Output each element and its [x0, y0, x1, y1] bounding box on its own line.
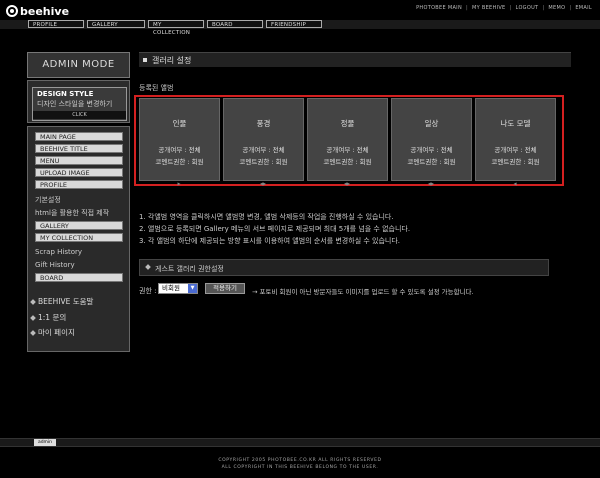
- album-name: 풍경: [256, 119, 271, 128]
- album-name: 일상: [424, 119, 439, 128]
- top-link-email[interactable]: EMAIL: [575, 5, 592, 11]
- album-card[interactable]: 인물 공개여부 : 전체 코멘트권한 : 회원: [139, 98, 220, 181]
- album-visibility: 공개여부 : 전체: [158, 146, 201, 154]
- menu-board[interactable]: BOARD: [35, 273, 123, 282]
- chevron-down-icon[interactable]: ▼: [188, 284, 197, 293]
- album-card[interactable]: 풍경 공개여부 : 전체 코멘트권한 : 회원: [223, 98, 304, 181]
- menu-beehive-title[interactable]: BEEHIVE TITLE: [35, 144, 123, 153]
- footer-bar: [0, 438, 600, 447]
- menu-menu[interactable]: MENU: [35, 156, 123, 165]
- beehive-logo-icon: [6, 5, 18, 17]
- menu-upload-image[interactable]: UPLOAD IMAGE: [35, 168, 123, 177]
- diamond-icon: [30, 329, 36, 336]
- menu-profile-html[interactable]: html을 활용한 직접 제작: [35, 208, 109, 218]
- album-name: 정물: [340, 119, 355, 128]
- album-card[interactable]: 일상 공개여부 : 전체 코멘트권한 : 회원: [391, 98, 472, 181]
- guest-section-title: 게스트 갤러리 권한설정: [155, 265, 224, 273]
- menu-gift-history[interactable]: Gift History: [35, 261, 75, 269]
- move-right-arrow-icon[interactable]: ▶: [173, 182, 185, 186]
- section-title-bar: 갤러리 설정: [139, 52, 571, 67]
- separator: |: [542, 5, 545, 11]
- logo-text: beehive: [20, 4, 70, 18]
- help-link-label: 1:1 문의: [38, 313, 67, 322]
- album-card[interactable]: 나도 모델 공개여부 : 전체 코멘트권한 : 회원: [475, 98, 556, 181]
- permission-description: → 포토비 회원이 아닌 방문자들도 이미지를 업로드 할 수 있도록 설정 가…: [252, 288, 474, 296]
- permission-select[interactable]: 비회원 ▼: [158, 283, 198, 294]
- diamond-icon: [30, 298, 36, 305]
- menu-main-page[interactable]: MAIN PAGE: [35, 132, 123, 141]
- move-left-arrow-icon[interactable]: ◀: [509, 182, 521, 186]
- separator: |: [569, 5, 572, 11]
- separator: |: [466, 5, 468, 11]
- design-style-button[interactable]: DESIGN STYLE 디자인 스타일을 변경하기 CLICK: [32, 87, 127, 121]
- note-line: 3. 각 앨범의 하단에 제공되는 방향 표시를 이용하여 앨범의 순서를 변경…: [139, 237, 401, 245]
- top-link-memo[interactable]: MEMO: [548, 5, 565, 11]
- square-bullet-icon: [143, 58, 147, 62]
- note-line: 1. 각앨범 영역을 클릭하시면 앨범명 변경, 앨범 삭제등의 작업을 진행하…: [139, 213, 394, 221]
- reorder-arrows-icon[interactable]: ◀▶: [257, 182, 269, 186]
- album-comment-permission: 코멘트권한 : 회원: [323, 158, 372, 166]
- copyright-line: COPYRIGHT 2005 PHOTOBEE.CO.KR ALL RIGHTS…: [218, 458, 382, 463]
- album-name: 인물: [172, 119, 187, 128]
- album-name: 나도 모델: [500, 119, 531, 128]
- top-link-photobee-main[interactable]: PHOTOBEE MAIN: [416, 5, 462, 11]
- help-link-inquiry[interactable]: 1:1 문의: [30, 312, 67, 323]
- tab-gallery[interactable]: GALLERY: [87, 20, 145, 28]
- guest-section-bar: 게스트 갤러리 권한설정: [139, 259, 549, 276]
- tab-profile[interactable]: PROFILE: [28, 20, 84, 28]
- help-link-beehive[interactable]: BEEHIVE 도움말: [30, 296, 94, 307]
- menu-scrap-history[interactable]: Scrap History: [35, 248, 82, 256]
- album-visibility: 공개여부 : 전체: [326, 146, 369, 154]
- reorder-arrows-icon[interactable]: ◀▶: [425, 182, 437, 186]
- beehive-logo[interactable]: beehive: [6, 3, 69, 19]
- admin-menu: MAIN PAGE BEEHIVE TITLE MENU UPLOAD IMAG…: [27, 126, 130, 352]
- apply-button[interactable]: 적용하기: [205, 283, 245, 294]
- copyright-line: ALL COPYRIGHT IN THIS BEEHIVE BELONG TO …: [221, 465, 379, 470]
- permission-label: 권한 :: [139, 287, 157, 295]
- design-style-click[interactable]: CLICK: [33, 111, 126, 119]
- help-link-label: 마이 페이지: [38, 328, 75, 337]
- album-visibility: 공개여부 : 전체: [494, 146, 537, 154]
- design-style-subtitle: 디자인 스타일을 변경하기: [37, 100, 113, 108]
- help-link-label: BEEHIVE 도움말: [38, 297, 94, 306]
- design-style-title: DESIGN STYLE: [37, 90, 94, 98]
- tab-board[interactable]: BOARD: [207, 20, 263, 28]
- note-line: 2. 앨범으로 등록되면 Gallery 메뉴의 서브 페이지로 제공되며 최대…: [139, 225, 411, 233]
- album-comment-permission: 코멘트권한 : 회원: [407, 158, 456, 166]
- menu-gallery[interactable]: GALLERY: [35, 221, 123, 230]
- albums-label: 등록된 앨범: [139, 84, 174, 92]
- album-comment-permission: 코멘트권한 : 회원: [239, 158, 288, 166]
- separator: |: [509, 5, 512, 11]
- diamond-icon: [145, 264, 151, 270]
- admin-mode-title: ADMIN MODE: [27, 52, 130, 78]
- menu-profile[interactable]: PROFILE: [35, 180, 123, 189]
- menu-profile-basic[interactable]: 기본설정: [35, 195, 61, 205]
- album-comment-permission: 코멘트권한 : 회원: [491, 158, 540, 166]
- permission-select-value: 비회원: [162, 284, 180, 292]
- footer-admin-button[interactable]: admin: [34, 439, 56, 446]
- tab-friendship[interactable]: FRIENDSHIP: [266, 20, 322, 28]
- menu-my-collection[interactable]: MY COLLECTION: [35, 233, 123, 242]
- main-nav: PROFILE GALLERY MY COLLECTION BOARD FRIE…: [28, 20, 322, 36]
- album-card[interactable]: 정물 공개여부 : 전체 코멘트권한 : 회원: [307, 98, 388, 181]
- album-visibility: 공개여부 : 전체: [242, 146, 285, 154]
- diamond-icon: [30, 314, 36, 321]
- design-style-panel: DESIGN STYLE 디자인 스타일을 변경하기 CLICK: [27, 80, 130, 123]
- album-visibility: 공개여부 : 전체: [410, 146, 453, 154]
- help-link-mypage[interactable]: 마이 페이지: [30, 327, 75, 338]
- top-link-my-beehive[interactable]: MY BEEHIVE: [472, 5, 506, 11]
- reorder-arrows-icon[interactable]: ◀▶: [341, 182, 353, 186]
- top-link-logout[interactable]: LOGOUT: [516, 5, 539, 11]
- tab-my-collection[interactable]: MY COLLECTION: [148, 20, 204, 36]
- page-title: 갤러리 설정: [152, 56, 192, 65]
- top-links: PHOTOBEE MAIN | MY BEEHIVE | LOGOUT | MEMO |…: [416, 5, 592, 11]
- album-comment-permission: 코멘트권한 : 회원: [155, 158, 204, 166]
